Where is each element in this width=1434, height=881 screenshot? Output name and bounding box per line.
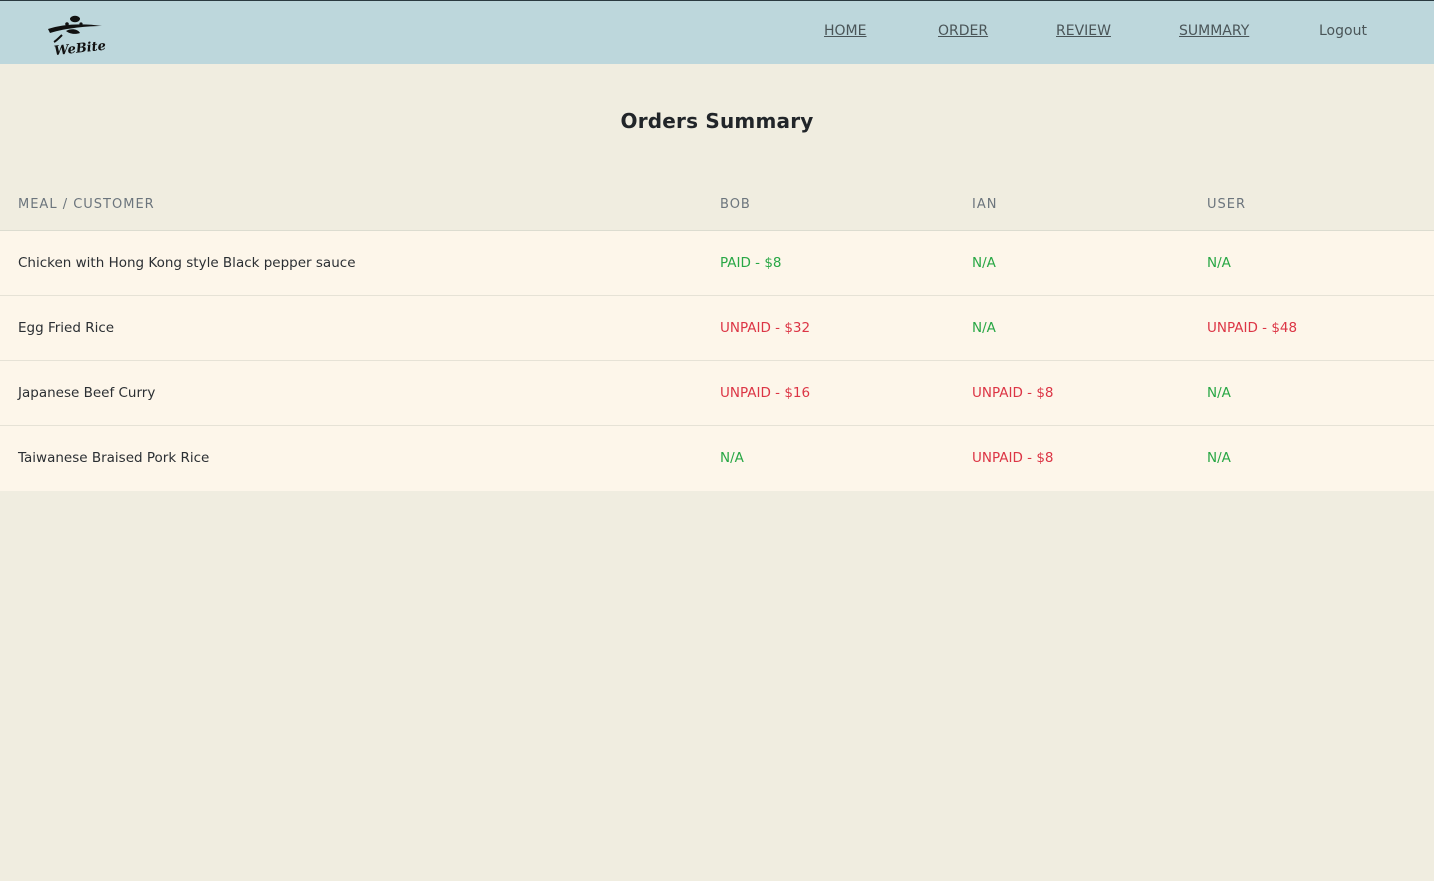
table-row: Japanese Beef Curry UNPAID - $16 UNPAID … bbox=[0, 361, 1434, 426]
nav-summary-link[interactable]: SUMMARY bbox=[1179, 23, 1249, 39]
table-row: Egg Fried Rice UNPAID - $32 N/A UNPAID -… bbox=[0, 296, 1434, 361]
logout-link[interactable]: Logout bbox=[1319, 23, 1367, 39]
page-title: Orders Summary bbox=[620, 109, 814, 133]
meal-name: Japanese Beef Curry bbox=[18, 385, 156, 401]
order-status-cell: N/A bbox=[972, 255, 996, 271]
order-status-cell: N/A bbox=[972, 320, 996, 336]
webite-logo[interactable]: WeBite bbox=[44, 11, 106, 57]
order-status-cell: PAID - $8 bbox=[720, 255, 782, 271]
column-header-bob: BOB bbox=[720, 197, 751, 212]
column-header-meal: MEAL / CUSTOMER bbox=[18, 197, 155, 212]
order-status-cell: N/A bbox=[1207, 385, 1231, 401]
nav-home-link[interactable]: HOME bbox=[824, 23, 866, 39]
order-status-cell: UNPAID - $16 bbox=[720, 385, 811, 401]
table-header-row: MEAL / CUSTOMER BOB IAN USER bbox=[0, 178, 1434, 231]
order-status-cell: UNPAID - $48 bbox=[1207, 320, 1298, 336]
navbar: WeBite HOME ORDER REVIEW SUMMARY Logout bbox=[0, 0, 1434, 64]
column-header-user: USER bbox=[1207, 197, 1247, 212]
order-status-cell: UNPAID - $8 bbox=[972, 385, 1054, 401]
order-status-cell: UNPAID - $32 bbox=[720, 320, 811, 336]
table-row: Chicken with Hong Kong style Black peppe… bbox=[0, 231, 1434, 296]
column-header-ian: IAN bbox=[972, 197, 998, 212]
nav-review-link[interactable]: REVIEW bbox=[1056, 23, 1111, 39]
meal-name: Egg Fried Rice bbox=[18, 320, 115, 336]
meal-name: Taiwanese Braised Pork Rice bbox=[18, 450, 210, 466]
order-status-cell: N/A bbox=[720, 450, 744, 466]
order-status-cell: N/A bbox=[1207, 255, 1231, 271]
table-row: Taiwanese Braised Pork Rice N/A UNPAID -… bbox=[0, 426, 1434, 491]
logo-wordmark: WeBite bbox=[53, 39, 106, 57]
nav-order-link[interactable]: ORDER bbox=[938, 23, 988, 39]
order-status-cell: N/A bbox=[1207, 450, 1231, 466]
orders-summary-table: MEAL / CUSTOMER BOB IAN USER Chicken wit… bbox=[0, 178, 1434, 491]
order-status-cell: UNPAID - $8 bbox=[972, 450, 1054, 466]
meal-name: Chicken with Hong Kong style Black peppe… bbox=[18, 255, 356, 271]
